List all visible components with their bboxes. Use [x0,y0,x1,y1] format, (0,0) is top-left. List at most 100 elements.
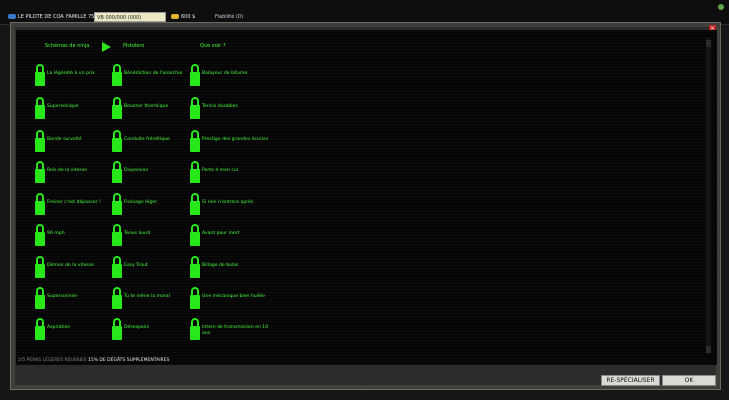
perk-item[interactable]: Tenus lourd [112,224,194,250]
perk-item[interactable]: Supersonnier [35,287,117,313]
perk-item[interactable]: La légèreté à un prix [35,64,117,90]
respecialize-button[interactable]: RE-SPÉCIALISER [601,375,660,386]
perk-label: Boucher thermique [124,104,169,109]
hud-title: Fiabilité (0) [215,12,267,22]
lock-icon [190,161,200,183]
hud-input[interactable]: VB 000/000 (000) [94,12,166,22]
perk-item[interactable]: Dispersion [112,161,194,187]
lock-icon [190,224,200,246]
perk-label: Aspiration [47,325,71,330]
lock-icon [35,161,45,183]
perk-item[interactable]: 90 mph [35,224,117,250]
perk-label: Tenus lourd [124,231,151,236]
perk-item[interactable]: Tu te mène la moral [112,287,194,313]
currency-value: 600 $ [181,14,196,20]
perk-item[interactable]: Désespoirs [112,318,194,344]
perk-label: Balayeur de bitume [202,71,248,76]
perk-label: Démon de la vitesse [47,263,95,268]
lock-icon [112,224,122,246]
perk-item[interactable]: Prestige des grandes écuries [190,130,272,156]
perk-label: Tennis durables [202,104,238,109]
perk-item[interactable]: Supersonique [35,97,117,123]
perk-item[interactable]: Balayeur de bitume [190,64,272,90]
scrollbar[interactable] [706,38,711,354]
lock-icon [35,318,45,340]
perk-label: Bonde survolté [47,137,82,142]
lock-icon [190,97,200,119]
lock-icon [112,97,122,119]
perk-item[interactable]: Démon de la vitesse [35,256,117,282]
lock-icon [112,161,122,183]
lock-icon [190,193,200,215]
perk-item[interactable]: Billage de bolas [190,256,272,282]
lock-icon [35,64,45,86]
lock-icon [35,224,45,246]
lock-icon [112,130,122,152]
lock-icon [190,287,200,309]
perk-label: Une mécanique bien huilée [202,294,265,299]
lock-icon [35,97,45,119]
perk-label: Supersonique [47,104,79,109]
perk-label: Rois de la vitesse [47,168,87,173]
perk-label: Si rien n'entrera après [202,200,254,205]
lock-icon [35,256,45,278]
lock-icon [35,287,45,309]
footer-status: 2/5 PERKS LÉGÈRES RÉUSSIES 15% DE DÉGÂTS… [18,358,169,363]
perk-label: Tu te mène la moral [124,294,170,299]
perk-item[interactable]: Intern de transmission en 10 ans [190,318,272,344]
currency: 600 $ [171,12,211,22]
player-label: LE PILOTE DE COA [8,12,64,22]
footer-dim-text: 2/5 PERKS LÉGÈRES RÉUSSIES [18,358,87,363]
perk-label: Désespoirs [124,325,150,330]
perk-item[interactable]: Freiner c'est dépasser ! [35,193,117,219]
lock-icon [190,318,200,340]
perk-item[interactable]: Bénédiction de l'anarchie [112,64,194,90]
selected-arrow-icon [102,42,111,52]
perk-item[interactable]: Freinage léger [112,193,194,219]
scroll-up-button[interactable] [706,40,711,47]
perk-item[interactable]: Avant pour mort [190,224,272,250]
lock-icon [112,64,122,86]
player-icon [8,14,16,19]
perk-label: 90 mph [47,231,65,236]
perk-label: Supersonnier [47,294,78,299]
perk-label: Avant pour mort [202,231,240,236]
perk-item[interactable]: Si rien n'entrera après [190,193,272,219]
lock-icon [190,64,200,86]
perk-item[interactable]: Conduite frénétique [112,130,194,156]
perk-item[interactable]: Aspiration [35,318,117,344]
perk-item[interactable]: Bonde survolté [35,130,117,156]
perk-item[interactable]: Easy Trout [112,256,194,282]
ok-button[interactable]: OK [662,375,716,386]
perk-label: Easy Trout [124,263,148,268]
perk-label: Bénédiction de l'anarchie [124,71,183,76]
lock-icon [112,193,122,215]
perk-item[interactable]: Tennis durables [190,97,272,123]
hud-input-value: VB 000/000 (000) [97,15,142,21]
perk-label: La légèreté à un prix [47,71,95,76]
scroll-down-button[interactable] [706,346,711,353]
hud-close-icon[interactable] [718,4,724,10]
perk-panel: Schémas de ninja Pistolero Que voir ? La… [16,30,717,365]
perk-item[interactable]: Une mécanique bien huilée [190,287,272,313]
perk-label: Porte à mon cul [202,168,239,173]
perk-label: Prestige des grandes écuries [202,137,269,142]
player-label-text: LE PILOTE DE COA [18,14,64,20]
coin-icon [171,14,179,19]
lock-icon [35,193,45,215]
lock-icon [190,130,200,152]
lock-icon [112,318,122,340]
perk-item[interactable]: Rois de la vitesse [35,161,117,187]
perk-item[interactable]: Boucher thermique [112,97,194,123]
tree-header-pistolero[interactable]: Pistolero [123,43,144,49]
lock-icon [112,256,122,278]
lock-icon [112,287,122,309]
tree-header-que-voir[interactable]: Que voir ? [200,43,225,49]
tree-header-ninja[interactable]: Schémas de ninja [45,43,89,49]
perk-label: Freiner c'est dépasser ! [47,200,101,205]
secondary-label-text: FAMILLE 75 [66,14,95,20]
perk-label: Conduite frénétique [124,137,170,142]
perk-item[interactable]: Porte à mon cul [190,161,272,187]
secondary-label: FAMILLE 75 [66,12,95,22]
perk-label: Billage de bolas [202,263,239,268]
